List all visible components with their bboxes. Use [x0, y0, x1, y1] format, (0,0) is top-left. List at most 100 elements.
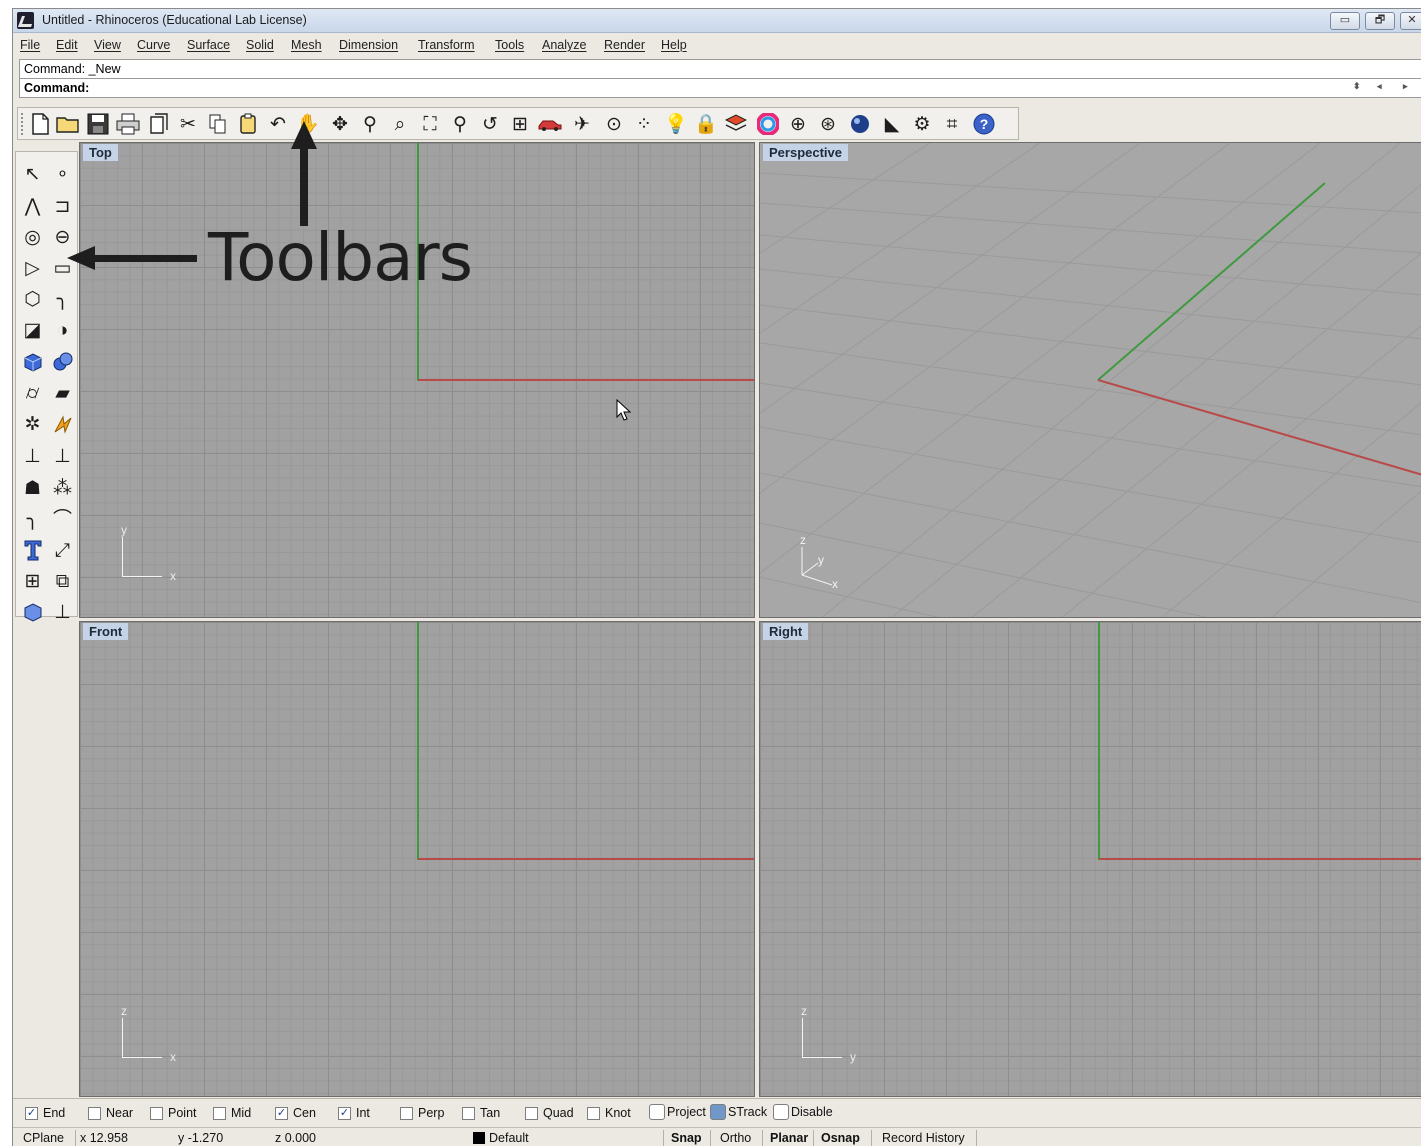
open-icon[interactable] — [56, 112, 80, 136]
osnap-end[interactable]: ✓ End — [25, 1106, 65, 1120]
circle-point-icon[interactable]: ⊙ — [602, 112, 626, 136]
undo-icon[interactable]: ↶ — [266, 112, 290, 136]
osnap-checkbox[interactable] — [213, 1106, 226, 1120]
zoom-selected-icon[interactable]: ⚲ — [448, 112, 472, 136]
scatter-icon[interactable]: ⁘ — [632, 112, 656, 136]
plane-icon[interactable]: ✈ — [570, 112, 594, 136]
save-icon[interactable] — [86, 112, 110, 136]
layer-color-swatch[interactable] — [473, 1132, 485, 1144]
light-icon[interactable]: 💡 — [664, 112, 688, 136]
command-line[interactable]: Command: ⬍ ◂ ▸ — [19, 78, 1421, 98]
menu-solid[interactable]: Solid — [246, 38, 274, 52]
toggle-box[interactable] — [773, 1104, 789, 1120]
planar-pane[interactable]: Planar — [770, 1131, 808, 1145]
scale-icon[interactable]: ⤢ — [49, 536, 76, 564]
group-icon[interactable]: ☗ — [19, 474, 46, 502]
snap-pane[interactable]: Snap — [671, 1131, 702, 1145]
help-icon[interactable]: ? — [972, 112, 996, 136]
select-arrow-icon[interactable]: ↖ — [19, 160, 46, 188]
scroll-right-icon[interactable]: ▸ — [1403, 81, 1408, 92]
new-icon[interactable] — [28, 112, 52, 136]
layer-icon[interactable] — [724, 112, 748, 136]
menu-file[interactable]: File — [20, 38, 40, 52]
osnap-checkbox[interactable]: ✓ — [338, 1106, 351, 1120]
import-icon[interactable] — [146, 112, 170, 136]
osnap-quad[interactable]: Quad — [525, 1106, 574, 1120]
menu-dimension[interactable]: Dimension — [339, 38, 398, 52]
record-history-pane[interactable]: Record History — [882, 1131, 965, 1145]
offset-icon[interactable]: ⌒ — [49, 505, 76, 533]
zoom-extents-icon[interactable]: ⛶ — [418, 112, 442, 136]
box-icon[interactable] — [19, 348, 46, 376]
osnap-checkbox[interactable] — [88, 1106, 101, 1120]
split-icon[interactable]: ⊥ — [19, 442, 46, 470]
rotate-view-icon[interactable]: ✥ — [328, 112, 352, 136]
osnap-checkbox[interactable] — [462, 1106, 475, 1120]
menu-mesh[interactable]: Mesh — [291, 38, 322, 52]
menu-help[interactable]: Help — [661, 38, 687, 52]
viewport-label-front[interactable]: Front — [83, 623, 129, 640]
toggle-box[interactable] — [710, 1104, 726, 1120]
lightning-icon[interactable] — [49, 410, 76, 438]
zoom-window-icon[interactable]: ⌕ — [388, 112, 412, 136]
project-toggle[interactable]: Project — [649, 1104, 706, 1120]
menu-render[interactable]: Render — [604, 38, 645, 52]
paste-icon[interactable] — [236, 112, 260, 136]
menu-analyze[interactable]: Analyze — [542, 38, 586, 52]
restore-button[interactable]: 🗗 — [1365, 12, 1395, 30]
viewport-front[interactable]: Front x z — [79, 621, 755, 1097]
viewport-label-right[interactable]: Right — [763, 623, 809, 640]
cylinder-icon[interactable]: ⌭ — [19, 379, 46, 407]
mesh-box-icon[interactable] — [19, 598, 46, 626]
ortho-pane[interactable]: Ortho — [720, 1131, 751, 1145]
mirror-icon[interactable]: ⧉ — [49, 567, 76, 595]
curve-icon[interactable]: ⊐ — [49, 192, 76, 220]
osnap-cen[interactable]: ✓ Cen — [275, 1106, 316, 1120]
undo-view-icon[interactable]: ↺ — [478, 112, 502, 136]
viewport-label-top[interactable]: Top — [83, 144, 118, 161]
scroll-left-icon[interactable]: ◂ — [1377, 81, 1382, 92]
menu-curve[interactable]: Curve — [137, 38, 170, 52]
osnap-int[interactable]: ✓ Int — [338, 1106, 370, 1120]
array-icon[interactable]: ⊞ — [19, 567, 46, 595]
minimize-button[interactable]: ▭ — [1330, 12, 1360, 30]
dimension-tool-icon[interactable]: ⊥ — [49, 598, 76, 626]
viewport-perspective[interactable]: z y x Perspective — [759, 142, 1421, 618]
osnap-pane[interactable]: Osnap — [821, 1131, 860, 1145]
current-layer[interactable]: Default — [489, 1131, 529, 1145]
viewport-right[interactable]: Right y z — [759, 621, 1421, 1097]
ungroup-icon[interactable]: ⁂ — [49, 474, 76, 502]
cplane-label[interactable]: CPlane — [23, 1131, 64, 1145]
menu-surface[interactable]: Surface — [187, 38, 230, 52]
osnap-point[interactable]: Point — [150, 1106, 197, 1120]
osnap-checkbox[interactable]: ✓ — [275, 1106, 288, 1120]
fillet-curve-icon[interactable]: ╮ — [49, 285, 76, 313]
surface-loft-icon[interactable]: ◑ — [49, 316, 76, 344]
gear-icon[interactable]: ⚙ — [910, 112, 934, 136]
boolean-union-icon[interactable] — [49, 348, 76, 376]
sphere-wire-icon[interactable]: ⊕ — [786, 112, 810, 136]
print-icon[interactable] — [116, 112, 140, 136]
menu-tools[interactable]: Tools — [495, 38, 524, 52]
osnap-checkbox[interactable] — [525, 1106, 538, 1120]
dimension-icon[interactable]: ⌗ — [940, 112, 964, 136]
rhino-app-icon[interactable] — [17, 12, 34, 29]
text-icon[interactable] — [19, 536, 46, 564]
copy-icon[interactable] — [206, 112, 230, 136]
viewport-label-perspective[interactable]: Perspective — [763, 144, 848, 161]
spin-updown-icon[interactable]: ⬍ — [1353, 81, 1361, 92]
arc-icon[interactable]: ▷ — [19, 254, 46, 282]
osnap-checkbox[interactable]: ✓ — [25, 1106, 38, 1120]
osnap-checkbox[interactable] — [587, 1106, 600, 1120]
explode-icon[interactable]: ✲ — [19, 410, 46, 438]
cut-icon[interactable]: ✂ — [176, 112, 200, 136]
circle-icon[interactable]: ◎ — [19, 223, 46, 251]
menu-view[interactable]: View — [94, 38, 121, 52]
osnap-checkbox[interactable] — [150, 1106, 163, 1120]
lock-icon[interactable]: 🔒 — [694, 112, 718, 136]
menu-transform[interactable]: Transform — [418, 38, 475, 52]
osnap-checkbox[interactable] — [400, 1106, 413, 1120]
fillet-icon[interactable]: ╮ — [19, 505, 46, 533]
render-icon[interactable] — [848, 112, 872, 136]
disable-toggle[interactable]: Disable — [773, 1104, 833, 1120]
